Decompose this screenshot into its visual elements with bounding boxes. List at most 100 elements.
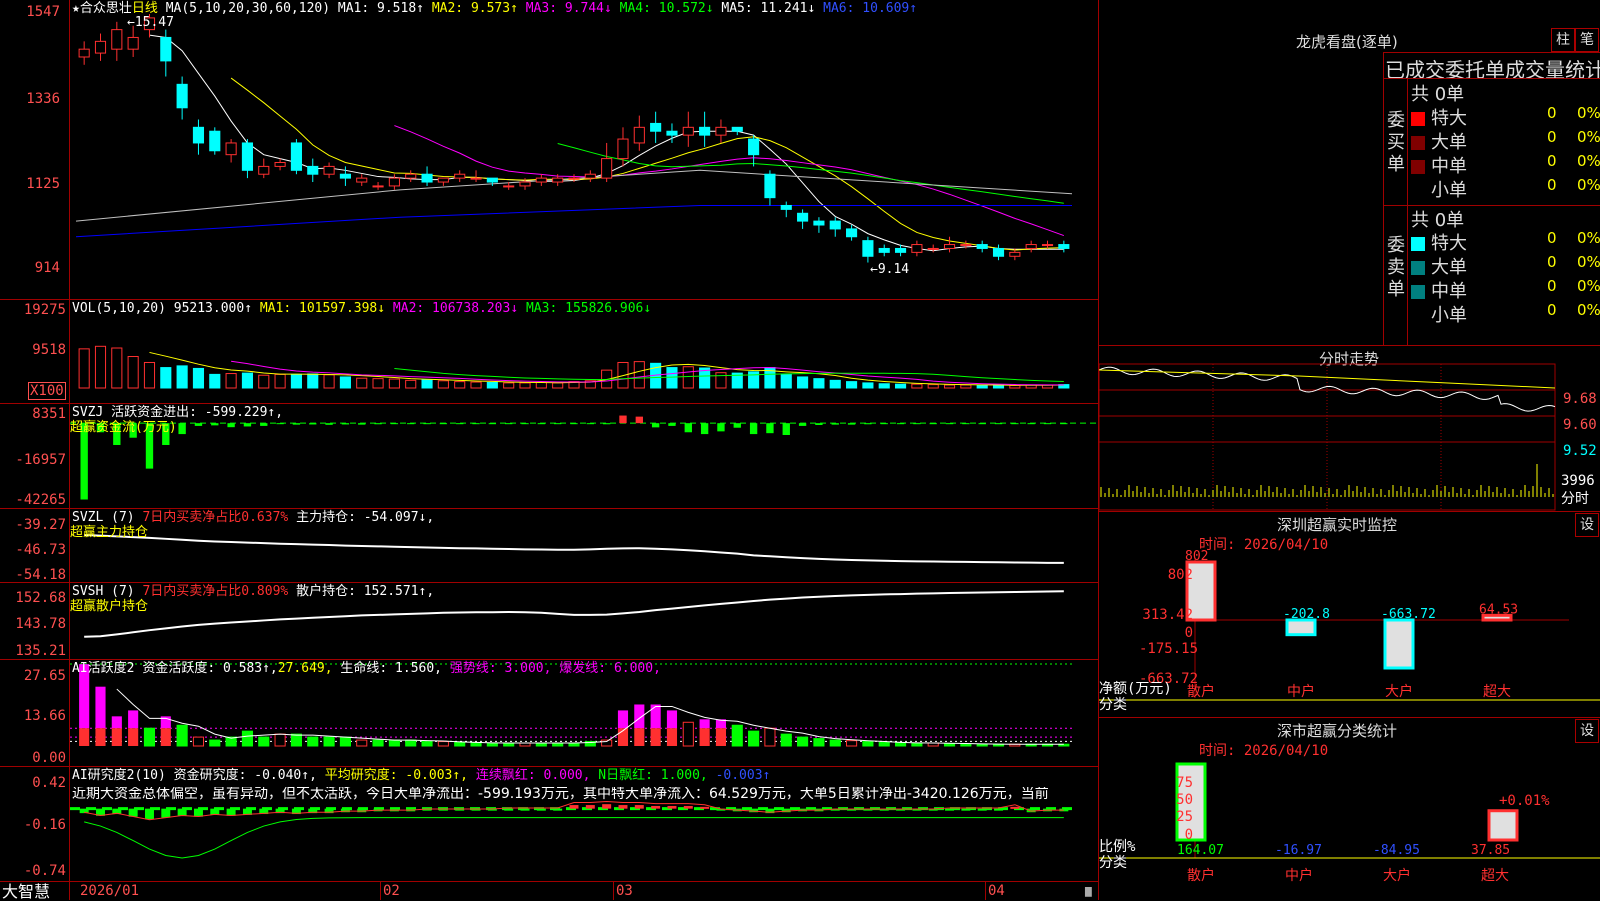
cls-bar-label: 164.07 bbox=[1177, 843, 1224, 858]
ma-header: MA(5,10,20,30,60,120) bbox=[165, 1, 331, 16]
sell-label: 委卖单 bbox=[1387, 235, 1405, 300]
candle bbox=[650, 122, 662, 132]
active-bar bbox=[943, 743, 956, 747]
candle bbox=[78, 48, 90, 58]
vol-bar bbox=[960, 384, 972, 389]
ai1-tick: 13.66 bbox=[23, 708, 66, 724]
active-bar bbox=[666, 728, 678, 746]
candle bbox=[715, 126, 727, 136]
cls-chart[interactable]: 164.07 散户 -16.97 中户 -84.95 大户 37.85 超大 bbox=[1099, 718, 1600, 900]
candle bbox=[1058, 244, 1070, 249]
svzj-header: SVZJ 活跃资金进出: -599.229↑, bbox=[72, 405, 284, 420]
flow-bar bbox=[651, 423, 660, 428]
cls-tick: 50 bbox=[1176, 792, 1193, 808]
research-bar bbox=[994, 808, 1004, 811]
ai2-tick: 0.42 bbox=[32, 775, 66, 791]
active-bar bbox=[650, 728, 661, 746]
flow-bar bbox=[276, 423, 284, 425]
flow-bar bbox=[1027, 423, 1035, 425]
cls-unit: 比例% bbox=[1099, 839, 1136, 855]
vol-bar bbox=[813, 378, 825, 389]
candle bbox=[274, 161, 286, 167]
brand-logo[interactable]: 大智慧 bbox=[2, 883, 50, 900]
vol-bar bbox=[127, 356, 139, 389]
y-axis-line bbox=[69, 0, 70, 900]
avg-research-line bbox=[84, 817, 1064, 859]
vol-panel[interactable]: 19275 9518 X100 VOL(5,10,20) 95213.000↑ … bbox=[0, 300, 1098, 404]
kline-chart[interactable] bbox=[0, 0, 1098, 300]
flow-bar bbox=[456, 423, 464, 425]
research-bar bbox=[161, 808, 171, 818]
flow-bar bbox=[733, 423, 741, 428]
active-bar bbox=[176, 724, 188, 747]
flow-bar bbox=[325, 423, 333, 425]
vol-bar bbox=[454, 381, 466, 389]
lock-icon[interactable]: ▆ bbox=[1085, 884, 1092, 898]
flow-bar bbox=[439, 423, 448, 425]
color-swatch bbox=[1411, 261, 1425, 275]
ai1-tick: 0.00 bbox=[32, 750, 66, 766]
svzj-panel[interactable]: 8351 -16957 -42265 SVZJ 活跃资金进出: -599.229… bbox=[0, 404, 1098, 508]
vol-bar bbox=[519, 382, 531, 389]
candle bbox=[160, 36, 172, 62]
order-type: 小单 bbox=[1431, 305, 1467, 326]
candle bbox=[699, 126, 711, 136]
candle bbox=[731, 126, 743, 132]
candle bbox=[290, 142, 302, 171]
month-line bbox=[985, 881, 986, 900]
vol-bar bbox=[176, 365, 188, 389]
cls-bar-label: 37.85 bbox=[1471, 843, 1510, 858]
ma3-value: MA3: 9.744↓ bbox=[525, 1, 612, 16]
kline-panel[interactable]: 1547 1336 1125 914 ★合众思壮日线 MA(5,10,20,30… bbox=[0, 0, 1098, 300]
active-bar bbox=[307, 736, 319, 747]
color-swatch bbox=[1411, 285, 1425, 299]
flow-bar bbox=[700, 423, 709, 435]
low-mark: ←9.14 bbox=[870, 262, 910, 277]
sz-bar bbox=[1383, 618, 1415, 670]
sz-class-panel[interactable]: 深市超赢分类统计 设 时间: 2026/04/10 164.07 散户 -16.97… bbox=[1099, 718, 1600, 900]
sz-monitor-panel[interactable]: 深圳超赢实时监控 设 时间: 2026/04/10 802 散户 -202.8 中户 -… bbox=[1099, 512, 1600, 717]
lhb-title: 龙虎看盘(逐单) bbox=[1296, 33, 1398, 51]
tick-mode-button[interactable]: 笔 bbox=[1575, 28, 1599, 52]
flow-bar bbox=[798, 423, 807, 426]
active-bar bbox=[878, 741, 890, 747]
price-tick: 1336 bbox=[26, 91, 60, 107]
cls-bar-label: -84.95 bbox=[1373, 843, 1420, 858]
period-label[interactable]: 日线 bbox=[132, 1, 158, 16]
hold-line bbox=[84, 534, 1064, 564]
ai-research-chart[interactable] bbox=[0, 767, 1098, 881]
svsh-panel[interactable]: 152.68 143.78 135.21 SVSH (7) 7日内买卖净占比0.… bbox=[0, 583, 1098, 660]
intraday-chart[interactable] bbox=[1099, 346, 1600, 511]
svsh-header: SVSH (7) 7日内买卖净占比0.809% 散户持仓: 152.571↑, bbox=[72, 584, 435, 599]
active-bar bbox=[829, 739, 841, 747]
candle bbox=[813, 220, 825, 226]
ai-active-chart[interactable] bbox=[0, 660, 1098, 767]
sz-bar-label: -202.8 bbox=[1283, 607, 1330, 622]
intraday-panel[interactable]: 分时走势 9.68 9.60 9.52 3996 分时 bbox=[1099, 346, 1600, 511]
order-count: 0 bbox=[1547, 176, 1557, 194]
vol-bar bbox=[715, 372, 727, 389]
sell-rows: 特大 0 0% 大单 0 0% 中单 0 0% 小单 0 0% bbox=[1411, 229, 1600, 326]
order-count: 0 bbox=[1547, 152, 1557, 170]
order-row: 大单 0 0% bbox=[1411, 128, 1600, 153]
x-tick: 03 bbox=[616, 883, 633, 899]
svzl-tick: -46.73 bbox=[15, 542, 66, 558]
bar-mode-button[interactable]: 柱 bbox=[1551, 28, 1575, 52]
svzl-tick: -39.27 bbox=[15, 517, 66, 533]
vol-bar bbox=[682, 366, 694, 389]
vol-bar bbox=[111, 347, 123, 389]
candle bbox=[780, 204, 792, 210]
candle bbox=[111, 29, 123, 50]
kline-header: ★合众思壮日线 MA(5,10,20,30,60,120) MA1: 9.518… bbox=[72, 2, 917, 16]
candle bbox=[911, 244, 923, 253]
star-icon[interactable]: ★ bbox=[72, 1, 80, 16]
intraday-tick: 9.60 bbox=[1563, 417, 1597, 433]
ai-active-panel[interactable]: 27.65 13.66 0.00 AI活跃度2 资金活跃度: 0.583↑,27… bbox=[0, 660, 1098, 767]
ai-research-panel[interactable]: 0.42 -0.16 -0.74 AI研究度2(10) 资金研究度: -0.04… bbox=[0, 767, 1098, 881]
intraday-tick: 9.68 bbox=[1563, 391, 1597, 407]
candle bbox=[1025, 244, 1037, 249]
color-swatch bbox=[1411, 309, 1425, 323]
svzl-panel[interactable]: -39.27 -46.73 -54.18 SVZL (7) 7日内买卖净占比0.… bbox=[0, 509, 1098, 583]
research-bar bbox=[700, 806, 710, 809]
vol-bar bbox=[633, 361, 645, 389]
